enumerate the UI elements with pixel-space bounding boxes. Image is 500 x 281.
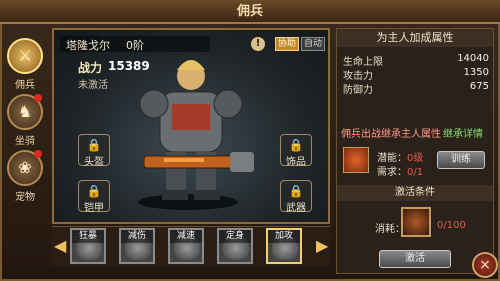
- stat-row: 攻击力 1350: [343, 67, 489, 82]
- lock-icon: 🔒: [86, 138, 102, 152]
- nav-label: 佣兵: [15, 80, 35, 91]
- notification-dot: [34, 94, 42, 102]
- weapon-gun: [144, 152, 254, 172]
- attribute-heading: 为主人加成属性: [337, 29, 493, 47]
- notification-dot: [34, 150, 42, 158]
- helmet-icon: ⚔: [7, 38, 43, 74]
- potential-item-icon: [343, 147, 369, 173]
- stat-row: 生命上限 14040: [343, 53, 489, 68]
- inherit-row: 佣兵出战继承主人属性 继承详情: [337, 125, 493, 141]
- skill-item-selected[interactable]: 加攻: [266, 228, 302, 264]
- skill-item[interactable]: 减伤: [119, 228, 155, 264]
- nav-label: 宠物: [15, 192, 35, 203]
- status-text: 未激活: [78, 80, 108, 91]
- slot-accessory[interactable]: 🔒 饰品: [280, 134, 312, 168]
- window-title: 佣兵: [236, 4, 263, 19]
- activate-button[interactable]: 激活: [379, 250, 451, 268]
- lock-icon: 🔒: [288, 138, 304, 152]
- close-icon[interactable]: ×: [472, 252, 498, 278]
- skill-item[interactable]: 定身: [217, 228, 253, 264]
- info-icon[interactable]: !: [251, 37, 265, 51]
- hero-display: 塔隆戈尔 0阶 战力 15389 未激活 ! 协助 自动 🔒 头盔 🔒 铠甲 🔒…: [52, 28, 330, 224]
- side-nav: ⚔ 佣兵 ♞ 坐骑 ❀ 宠物: [2, 26, 48, 226]
- hero-rank: 0阶: [126, 39, 144, 52]
- auto-button[interactable]: 自动: [301, 37, 325, 51]
- skill-item[interactable]: 减速: [168, 228, 204, 264]
- consume-item-icon: [401, 207, 431, 237]
- activation-heading: 激活条件: [337, 185, 493, 201]
- potential-need: 需求：0/1: [377, 167, 424, 178]
- nav-item-mount[interactable]: ♞ 坐骑: [4, 94, 46, 152]
- nav-label: 坐骑: [15, 136, 35, 147]
- train-button[interactable]: 训练: [437, 151, 485, 169]
- hero-name: 塔隆戈尔: [66, 39, 110, 52]
- slot-armor[interactable]: 🔒 铠甲: [78, 180, 110, 214]
- attribute-panel: 为主人加成属性 生命上限 14040 攻击力 1350 防御力 675 佣兵出战…: [336, 28, 494, 274]
- hero-figure: [138, 60, 243, 210]
- assist-button[interactable]: 协助: [275, 37, 299, 51]
- skill-item[interactable]: 狂暴: [70, 228, 106, 264]
- slot-helmet[interactable]: 🔒 头盔: [78, 134, 110, 168]
- inherit-details-link[interactable]: 继承详情: [443, 125, 483, 140]
- lock-icon: 🔒: [288, 184, 304, 198]
- title-bar: 佣兵: [0, 0, 500, 24]
- inherit-label: 佣兵出战继承主人属性: [341, 129, 441, 140]
- lock-icon: 🔒: [86, 184, 102, 198]
- nav-item-mercenary[interactable]: ⚔ 佣兵: [4, 38, 46, 96]
- consume-count: 0/100: [437, 220, 466, 231]
- stat-row: 防御力 675: [343, 81, 489, 96]
- arrow-left-icon[interactable]: ◀: [54, 234, 66, 258]
- slot-weapon[interactable]: 🔒 武器: [280, 180, 312, 214]
- potential-level: 潜能：0级: [377, 153, 424, 164]
- arrow-right-icon[interactable]: ▶: [316, 234, 328, 258]
- power-label: 战力: [78, 61, 103, 75]
- nav-item-pet[interactable]: ❀ 宠物: [4, 150, 46, 208]
